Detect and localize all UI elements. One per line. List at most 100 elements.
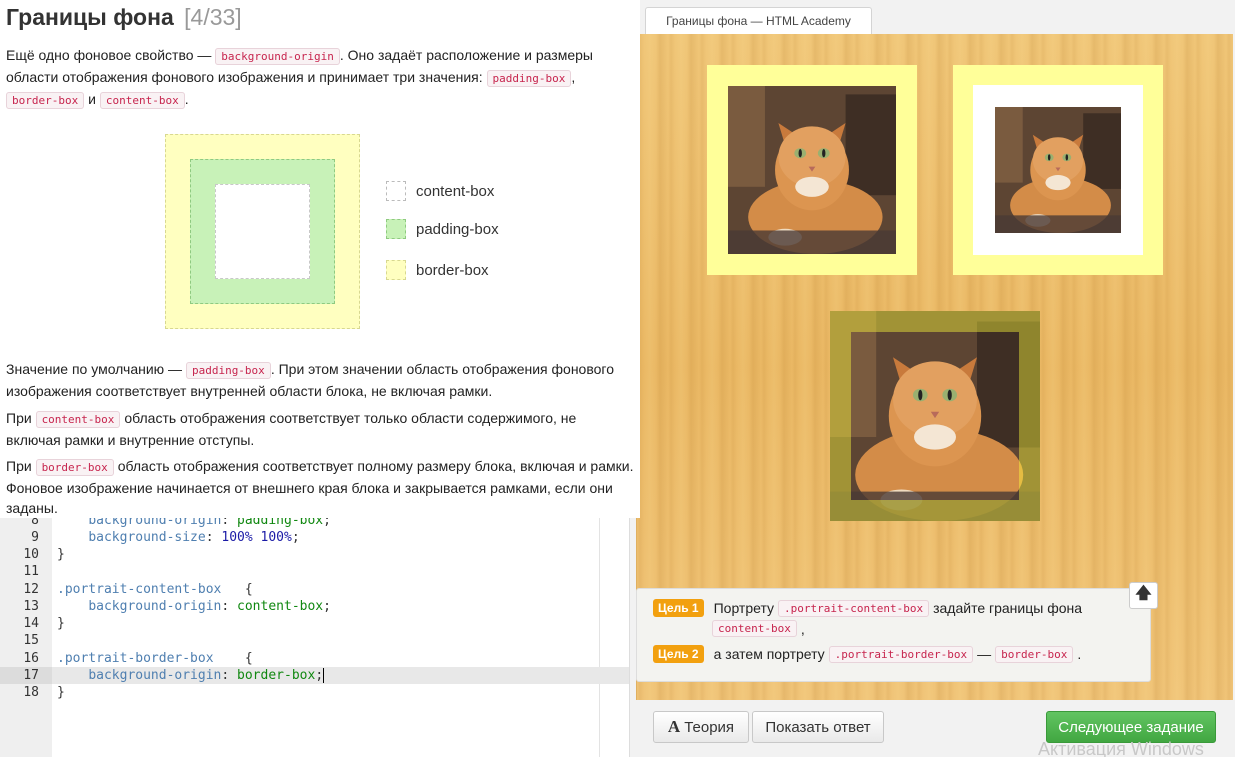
code-editor[interactable]: 8 background-origin: padding-box; 9 back… xyxy=(0,510,630,757)
code-text: } xyxy=(57,547,65,562)
default-paragraph: Значение по умолчанию — padding-box. При… xyxy=(6,359,634,401)
css-selector: .portrait-border-box xyxy=(57,651,214,666)
legend-item-border-box: border-box xyxy=(386,259,489,281)
code-line[interactable]: 11 xyxy=(0,563,629,580)
border-box-paragraph: При border-box область отображения соотв… xyxy=(6,456,634,518)
button-label: Следующее задание xyxy=(1058,718,1204,736)
text: а затем портрету xyxy=(713,646,825,662)
legend-item-content-box: content-box xyxy=(386,180,494,202)
text-cursor xyxy=(323,668,325,683)
diagram-content-box xyxy=(215,184,310,279)
text: , xyxy=(800,620,805,637)
line-number: 9 xyxy=(31,530,39,545)
swatch-yellow xyxy=(386,260,406,280)
code-line[interactable]: 16 .portrait-border-box { xyxy=(0,650,629,667)
code-chip: content-box xyxy=(99,92,185,109)
portrait-padding-box xyxy=(707,65,917,275)
code-line[interactable]: 12 .portrait-content-box { xyxy=(0,581,629,598)
code-line[interactable]: 9 background-size: 100% 100%; xyxy=(0,529,629,546)
code-chip: background-origin xyxy=(215,48,340,65)
code-chip: padding-box xyxy=(486,70,572,87)
goal-badge: Цель 1 xyxy=(653,599,704,617)
line-number: 13 xyxy=(23,599,39,614)
css-value: 100% 100% xyxy=(221,530,292,545)
tab-title: Границы фона — HTML Academy xyxy=(666,14,851,28)
button-label: Теория xyxy=(684,718,735,736)
code-line[interactable]: 18} xyxy=(0,684,629,701)
line-number: 10 xyxy=(23,547,39,562)
code-text: { xyxy=(221,582,253,597)
line-number: 16 xyxy=(23,651,39,666)
intro-paragraph: Ещё одно фоновое свойство — background-o… xyxy=(6,45,634,111)
box-model-diagram xyxy=(165,134,360,329)
line-number: 15 xyxy=(23,633,39,648)
theory-button[interactable]: A Теория xyxy=(653,711,749,743)
css-property: background-origin xyxy=(88,668,222,683)
code-chip: content-box xyxy=(712,620,797,637)
line-number: 11 xyxy=(23,564,39,579)
line-number: 12 xyxy=(23,582,39,597)
goal-badge: Цель 2 xyxy=(653,645,704,663)
code-chip: content-box xyxy=(35,411,121,428)
portrait-border-box xyxy=(830,311,1040,521)
code-chip: border-box xyxy=(995,645,1074,663)
legend-item-padding-box: padding-box xyxy=(386,218,499,240)
theory-panel: Границы фона [4/33] Ещё одно фоновое сво… xyxy=(0,0,640,518)
css-property: background-origin xyxy=(88,599,222,614)
windows-activation-watermark: Активация Windows xyxy=(1038,739,1204,757)
css-value: content-box xyxy=(237,599,324,614)
text: и xyxy=(88,91,96,107)
code-chip: padding-box xyxy=(185,362,271,379)
text: задайте границы фона xyxy=(933,600,1083,616)
swatch-green xyxy=(386,219,406,239)
cat-icon xyxy=(995,107,1121,233)
cat-photo xyxy=(995,107,1121,233)
cat-photo xyxy=(728,86,896,254)
page-title: Границы фона [4/33] xyxy=(6,4,242,31)
text: . xyxy=(184,91,189,107)
preview-tab[interactable]: Границы фона — HTML Academy xyxy=(645,7,872,34)
code-line[interactable]: 15 xyxy=(0,632,629,649)
line-number: 18 xyxy=(23,685,39,700)
code-line[interactable]: 10} xyxy=(0,546,629,563)
line-number: 17 xyxy=(0,667,52,684)
legend-label: padding-box xyxy=(416,220,499,238)
semicolon: ; xyxy=(291,530,300,545)
code-line[interactable]: 14} xyxy=(0,615,629,632)
code-chip: .portrait-border-box xyxy=(828,645,974,663)
text: При xyxy=(6,410,32,426)
css-value: border-box xyxy=(237,668,316,683)
goal-1: Цель 1 Портрету .portrait-content-box за… xyxy=(653,599,1082,617)
semicolon: ; xyxy=(323,599,331,614)
css-selector: .portrait-content-box xyxy=(57,582,222,597)
code-line-active[interactable]: 17 background-origin: border-box; xyxy=(0,667,629,684)
goal-1-continued: content-box, xyxy=(712,620,805,637)
code-line[interactable]: 13 background-origin: content-box; xyxy=(0,598,629,615)
portrait-content-box xyxy=(953,65,1163,275)
goal-2: Цель 2 а затем портрету .portrait-border… xyxy=(653,645,1081,663)
show-answer-button[interactable]: Показать ответ xyxy=(752,711,884,743)
text: Портрету xyxy=(713,600,775,616)
cat-icon xyxy=(728,86,896,254)
goals-panel: Цель 1 Портрету .portrait-content-box за… xyxy=(636,588,1151,682)
legend-label: border-box xyxy=(416,261,489,279)
title-text: Границы фона xyxy=(6,4,174,30)
text: При xyxy=(6,458,32,474)
task-counter: [4/33] xyxy=(184,4,242,30)
text: , xyxy=(571,69,576,85)
collapse-goals-button[interactable]: 🡅 xyxy=(1129,582,1158,609)
arrow-up-icon: 🡅 xyxy=(1135,585,1152,602)
content-box-paragraph: При content-box область отображения соот… xyxy=(6,408,634,450)
semicolon: ; xyxy=(315,668,324,683)
code-chip: border-box xyxy=(6,92,85,109)
text: Ещё одно фоновое свойство — xyxy=(6,47,212,63)
text: . xyxy=(1077,646,1082,662)
translucent-border xyxy=(830,311,1040,521)
code-chip: .portrait-content-box xyxy=(778,599,930,617)
css-property: background-size xyxy=(88,530,206,545)
text: Значение по умолчанию — xyxy=(6,361,183,377)
legend-label: content-box xyxy=(416,182,495,200)
code-text: } xyxy=(57,616,65,631)
